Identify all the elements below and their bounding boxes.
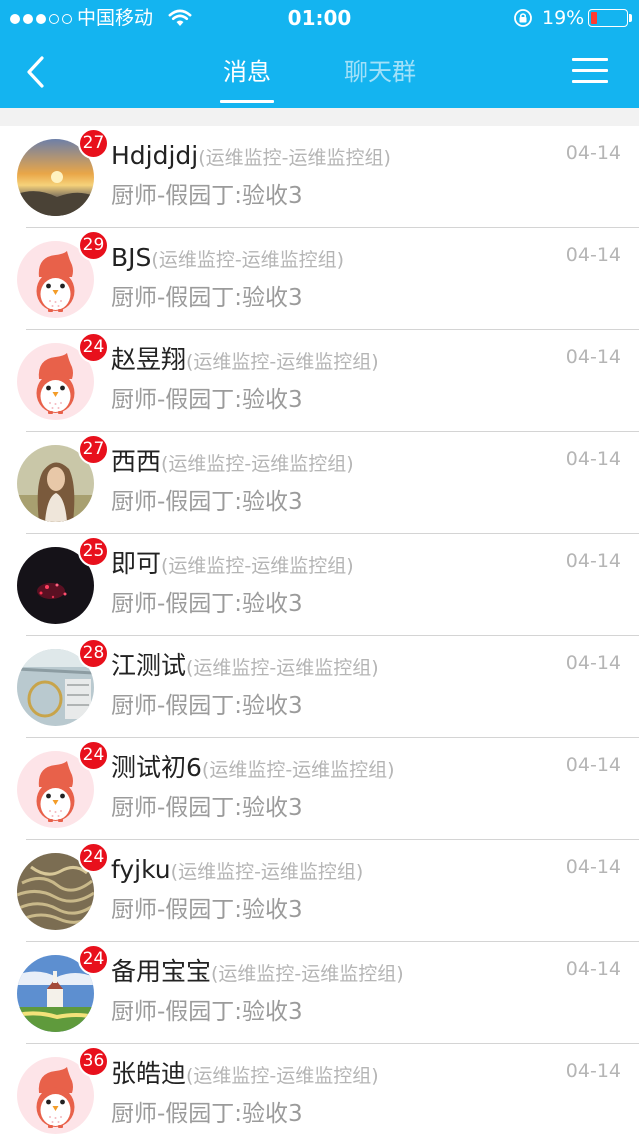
conversation-title: 江测试(运维监控-运维监控组) (111, 648, 379, 687)
message-date: 04-14 (565, 652, 621, 674)
last-message-preview: 厨师-假园丁:验收3 (111, 489, 303, 515)
message-date: 04-14 (565, 754, 621, 776)
battery-tip (629, 14, 632, 22)
group-label: (运维监控-运维监控组) (186, 351, 379, 373)
last-message-preview: 厨师-假园丁:验收3 (111, 795, 303, 821)
unread-count-badge: 27 (78, 434, 109, 465)
message-date: 04-14 (565, 958, 621, 980)
hamburger-menu-icon[interactable] (572, 58, 608, 84)
contact-name: 张皓迪 (111, 1059, 187, 1088)
unread-count-badge: 27 (78, 128, 109, 159)
unread-count-badge: 24 (78, 944, 109, 975)
last-message-preview: 厨师-假园丁:验收3 (111, 285, 303, 311)
status-bar: 中国移动 01:00 19% (0, 0, 639, 36)
unread-count-badge: 24 (78, 332, 109, 363)
contact-name: 测试初6 (111, 753, 202, 782)
conversation-row[interactable]: 36 张皓迪(运维监控-运维监控组) 厨师-假园丁:验收3 04-14 (0, 1044, 639, 1136)
conversation-row[interactable]: 24 测试初6(运维监控-运维监控组) 厨师-假园丁:验收3 04-14 (0, 738, 639, 840)
conversation-title: 备用宝宝(运维监控-运维监控组) (111, 954, 404, 993)
unread-count-badge: 24 (78, 842, 109, 873)
last-message-preview: 厨师-假园丁:验收3 (111, 387, 303, 413)
group-label: (运维监控-运维监控组) (161, 555, 354, 577)
unread-count-badge: 29 (78, 230, 109, 261)
last-message-preview: 厨师-假园丁:验收3 (111, 591, 303, 617)
group-label: (运维监控-运维监控组) (201, 759, 395, 781)
group-label: (运维监控-运维监控组) (186, 1065, 379, 1087)
conversation-title: fyjku(运维监控-运维监控组) (111, 852, 363, 891)
active-tab-indicator (220, 100, 274, 103)
group-label: (运维监控-运维监控组) (161, 453, 354, 475)
group-label: (运维监控-运维监控组) (151, 249, 345, 271)
conversation-title: 张皓迪(运维监控-运维监控组) (111, 1056, 379, 1095)
group-label: (运维监控-运维监控组) (198, 147, 391, 169)
message-date: 04-14 (565, 244, 621, 266)
tab-group-chat[interactable]: 聊天群 (330, 52, 430, 92)
unread-count-badge: 25 (78, 536, 109, 567)
conversation-title: 赵昱翔(运维监控-运维监控组) (111, 342, 379, 381)
last-message-preview: 厨师-假园丁:验收3 (111, 897, 303, 923)
last-message-preview: 厨师-假园丁:验收3 (111, 693, 303, 719)
app-header: 中国移动 01:00 19% 消息 聊天群 (0, 0, 639, 108)
conversation-row[interactable]: 24 备用宝宝(运维监控-运维监控组) 厨师-假园丁:验收3 04-14 (0, 942, 639, 1044)
conversation-title: Hdjdjdj(运维监控-运维监控组) (111, 138, 391, 177)
unread-count-badge: 24 (78, 740, 109, 771)
conversation-list: 27 Hdjdjdj(运维监控-运维监控组) 厨师-假园丁:验收3 04-14 29 BJ… (0, 126, 639, 1136)
last-message-preview: 厨师-假园丁:验收3 (111, 999, 303, 1025)
conversation-title: 西西(运维监控-运维监控组) (111, 444, 354, 483)
conversation-row[interactable]: 28 江测试(运维监控-运维监控组) 厨师-假园丁:验收3 04-14 (0, 636, 639, 738)
conversation-title: 测试初6(运维监控-运维监控组) (111, 750, 395, 789)
message-date: 04-14 (565, 346, 621, 368)
tab-messages[interactable]: 消息 (216, 52, 278, 92)
unread-count-badge: 36 (78, 1046, 109, 1077)
contact-name: 西西 (111, 447, 162, 476)
last-message-preview: 厨师-假园丁:验收3 (111, 183, 303, 209)
conversation-row[interactable]: 24 fyjku(运维监控-运维监控组) 厨师-假园丁:验收3 04-14 (0, 840, 639, 942)
contact-name: 备用宝宝 (111, 957, 212, 986)
conversation-title: 即可(运维监控-运维监控组) (111, 546, 354, 585)
last-message-preview: 厨师-假园丁:验收3 (111, 1101, 303, 1127)
message-date: 04-14 (565, 448, 621, 470)
unread-count-badge: 28 (78, 638, 109, 669)
back-chevron-icon[interactable] (22, 54, 52, 90)
list-top-gap (0, 108, 639, 126)
conversation-row[interactable]: 25 即可(运维监控-运维监控组) 厨师-假园丁:验收3 04-14 (0, 534, 639, 636)
message-date: 04-14 (565, 1060, 621, 1082)
conversation-row[interactable]: 29 BJS(运维监控-运维监控组) 厨师-假园丁:验收3 04-14 (0, 228, 639, 330)
contact-name: Hdjdjdj (111, 141, 199, 170)
group-label: (运维监控-运维监控组) (186, 657, 379, 679)
contact-name: 赵昱翔 (111, 345, 187, 374)
conversation-row[interactable]: 24 赵昱翔(运维监控-运维监控组) 厨师-假园丁:验收3 04-14 (0, 330, 639, 432)
contact-name: fyjku (111, 855, 171, 884)
battery-icon (588, 9, 628, 27)
conversation-row[interactable]: 27 西西(运维监控-运维监控组) 厨师-假园丁:验收3 04-14 (0, 432, 639, 534)
group-label: (运维监控-运维监控组) (170, 861, 364, 883)
contact-name: 即可 (111, 549, 162, 578)
conversation-row[interactable]: 27 Hdjdjdj(运维监控-运维监控组) 厨师-假园丁:验收3 04-14 (0, 126, 639, 228)
message-date: 04-14 (565, 856, 621, 878)
nav-bar: 消息 聊天群 (0, 36, 639, 108)
group-label: (运维监控-运维监控组) (211, 963, 404, 985)
contact-name: BJS (111, 243, 152, 272)
rotation-lock-icon (514, 9, 532, 27)
battery-percent: 19% (542, 7, 585, 29)
message-date: 04-14 (565, 550, 621, 572)
conversation-title: BJS(运维监控-运维监控组) (111, 240, 344, 279)
message-date: 04-14 (565, 142, 621, 164)
contact-name: 江测试 (111, 651, 187, 680)
